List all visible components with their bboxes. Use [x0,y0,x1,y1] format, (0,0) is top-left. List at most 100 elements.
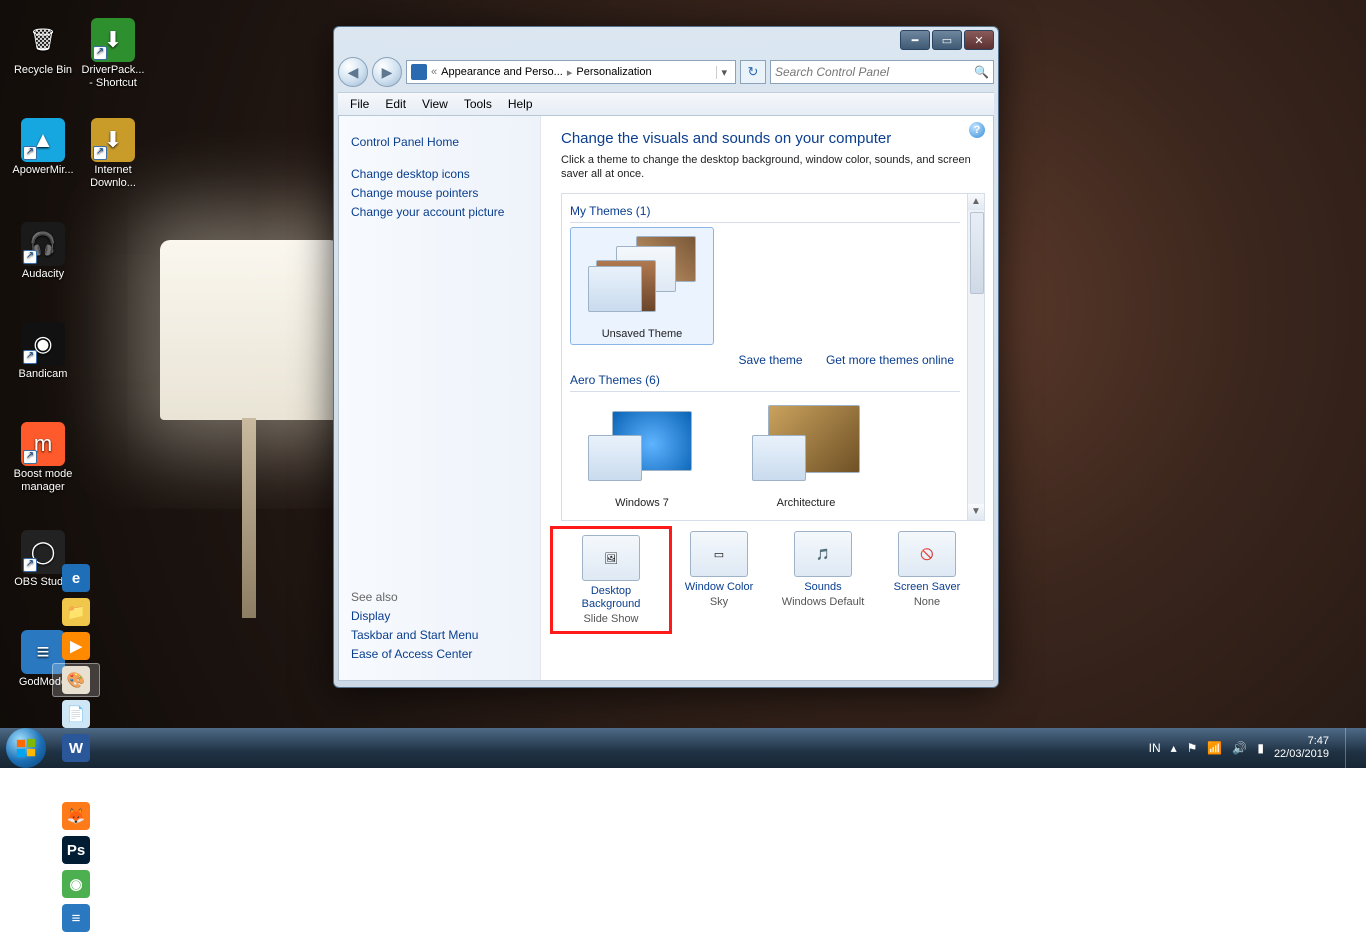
clock-date: 22/03/2019 [1274,748,1329,761]
shortcut-arrow-icon: ↗ [93,46,107,60]
desktop-icon-apowermir[interactable]: ▲↗ApowerMir... [8,118,78,177]
shortcut-arrow-icon: ↗ [93,146,107,160]
shortcut-arrow-icon: ↗ [23,146,37,160]
theme-settings-row: 🖼DesktopBackgroundSlide Show▭Window Colo… [541,521,993,633]
menu-bar: FileEditViewToolsHelp [338,92,994,116]
titlebar[interactable]: ━ ▭ ✕ [334,27,998,56]
main-panel: ? Change the visuals and sounds on your … [541,116,993,680]
taskbar-explorer[interactable]: 📁 [52,595,100,629]
setting-title: DesktopBackground [559,585,663,611]
menu-view[interactable]: View [414,95,456,113]
desktop[interactable]: 🗑Recycle Bin⬇↗DriverPack... - Shortcut▲↗… [0,0,1366,768]
setting-icon: ▭ [690,531,748,577]
setting-icon: 🖼 [582,535,640,581]
setting-sounds[interactable]: 🎵SoundsWindows Default [771,531,875,629]
theme-architecture[interactable]: Architecture [734,396,878,514]
volume-icon[interactable]: 🔊 [1232,741,1247,755]
tray-chevron-icon[interactable]: ▴ [1171,741,1177,755]
desktop-icon-boost[interactable]: m↗Boost mode manager [8,422,78,494]
shortcut-arrow-icon: ↗ [23,350,37,364]
control-panel-home-link[interactable]: Control Panel Home [351,135,528,149]
desktop-icon-driverpack[interactable]: ⬇↗DriverPack... - Shortcut [78,18,148,90]
forward-button[interactable]: ▶ [372,57,402,87]
action-center-icon[interactable]: ⚑ [1187,741,1198,755]
setting-title: Sounds [771,581,875,594]
search-placeholder: Search Control Panel [775,65,889,79]
refresh-button[interactable]: ↻ [740,60,766,84]
taskbar-word[interactable]: W [52,731,100,765]
setting-value: None [875,596,979,608]
address-bar[interactable]: « Appearance and Perso... ▸ Personalizat… [406,60,736,84]
taskbar-photoshop[interactable]: Ps [52,833,100,867]
show-desktop-button[interactable] [1345,728,1356,768]
setting-title: Window Color [667,581,771,594]
menu-edit[interactable]: Edit [377,95,414,113]
taskbar-corel[interactable]: ◉ [52,867,100,901]
nav-bar: ◀ ▶ « Appearance and Perso... ▸ Personal… [338,56,994,88]
page-heading: Change the visuals and sounds on your co… [561,130,973,147]
taskbar-control-panel[interactable]: ≡ [52,901,100,935]
breadcrumb-seg2[interactable]: Personalization [572,66,655,78]
search-input[interactable]: Search Control Panel 🔍 [770,60,994,84]
scroll-up-button[interactable]: ▲ [968,194,984,210]
taskbar-paint[interactable]: 🎨 [52,663,100,697]
system-tray[interactable]: IN ▴ ⚑ 📶 🔊 ▮ 7:47 22/03/2019 [1149,728,1360,768]
sidebar-link-change-desktop-icons[interactable]: Change desktop icons [351,167,528,181]
taskbar[interactable]: e📁▶🎨📄W◯🦊Ps◉≡ IN ▴ ⚑ 📶 🔊 ▮ 7:47 22/03/201… [0,728,1366,768]
taskbar-ie[interactable]: e [52,561,100,595]
taskbar-chrome[interactable]: ◯ [52,765,100,799]
see-also-link-display[interactable]: Display [351,609,528,623]
close-button[interactable]: ✕ [964,30,994,50]
setting-window[interactable]: ▭Window ColorSky [667,531,771,629]
desktop-icon-label: Audacity [8,268,78,281]
see-also-link-taskbar-and-start-menu[interactable]: Taskbar and Start Menu [351,628,528,642]
themes-list: My Themes (1) Unsaved Theme S [561,193,985,521]
shortcut-arrow-icon: ↗ [23,450,37,464]
scroll-down-button[interactable]: ▼ [968,504,984,520]
minimize-button[interactable]: ━ [900,30,930,50]
desktop-icon-internet[interactable]: ⬇↗Internet Downlo... [78,118,148,190]
desktop-icon-label: Boost mode manager [8,468,78,494]
breadcrumb-dropdown[interactable]: ▾ [716,66,731,79]
setting-desktop[interactable]: 🖼DesktopBackgroundSlide Show [555,531,667,629]
search-icon[interactable]: 🔍 [974,65,989,79]
shortcut-arrow-icon: ↗ [23,558,37,572]
clock-time: 7:47 [1274,735,1329,748]
shortcut-arrow-icon: ↗ [23,250,37,264]
maximize-button[interactable]: ▭ [932,30,962,50]
setting-screen[interactable]: 🚫Screen SaverNone [875,531,979,629]
themes-scrollbar[interactable]: ▲ ▼ [967,194,984,520]
menu-help[interactable]: Help [500,95,541,113]
help-icon[interactable]: ? [969,122,985,138]
desktop-icon-audacity[interactable]: 🎧↗Audacity [8,222,78,281]
desktop-icon-bandicam[interactable]: ◉↗Bandicam [8,322,78,381]
see-also-label: See also [351,590,528,604]
see-also-link-ease-of-access-center[interactable]: Ease of Access Center [351,647,528,661]
scroll-thumb[interactable] [970,212,984,294]
taskbar-notepad[interactable]: 📄 [52,697,100,731]
theme-label: Windows 7 [575,497,709,509]
start-button[interactable] [6,728,46,768]
menu-tools[interactable]: Tools [456,95,500,113]
theme-label: Unsaved Theme [575,328,709,340]
sidebar-link-change-your-account-picture[interactable]: Change your account picture [351,205,528,219]
clock[interactable]: 7:47 22/03/2019 [1274,735,1329,761]
my-themes-header: My Themes (1) [570,202,960,223]
get-more-themes-link[interactable]: Get more themes online [826,353,954,367]
desktop-icon-label: DriverPack... - Shortcut [78,64,148,90]
battery-icon[interactable]: ▮ [1257,741,1264,755]
theme-windows-7[interactable]: Windows 7 [570,396,714,514]
desktop-icon-recycle[interactable]: 🗑Recycle Bin [8,18,78,77]
personalization-window: ━ ▭ ✕ ◀ ▶ « Appearance and Perso... ▸ Pe… [333,26,999,688]
language-indicator[interactable]: IN [1149,741,1161,755]
taskbar-media-player[interactable]: ▶ [52,629,100,663]
network-icon[interactable]: 📶 [1207,741,1222,755]
page-subtext: Click a theme to change the desktop back… [561,153,973,181]
sidebar-link-change-mouse-pointers[interactable]: Change mouse pointers [351,186,528,200]
save-theme-link[interactable]: Save theme [739,353,803,367]
breadcrumb-seg1[interactable]: Appearance and Perso... [437,66,567,78]
theme-unsaved[interactable]: Unsaved Theme [570,227,714,345]
back-button[interactable]: ◀ [338,57,368,87]
taskbar-firefox[interactable]: 🦊 [52,799,100,833]
menu-file[interactable]: File [342,95,377,113]
